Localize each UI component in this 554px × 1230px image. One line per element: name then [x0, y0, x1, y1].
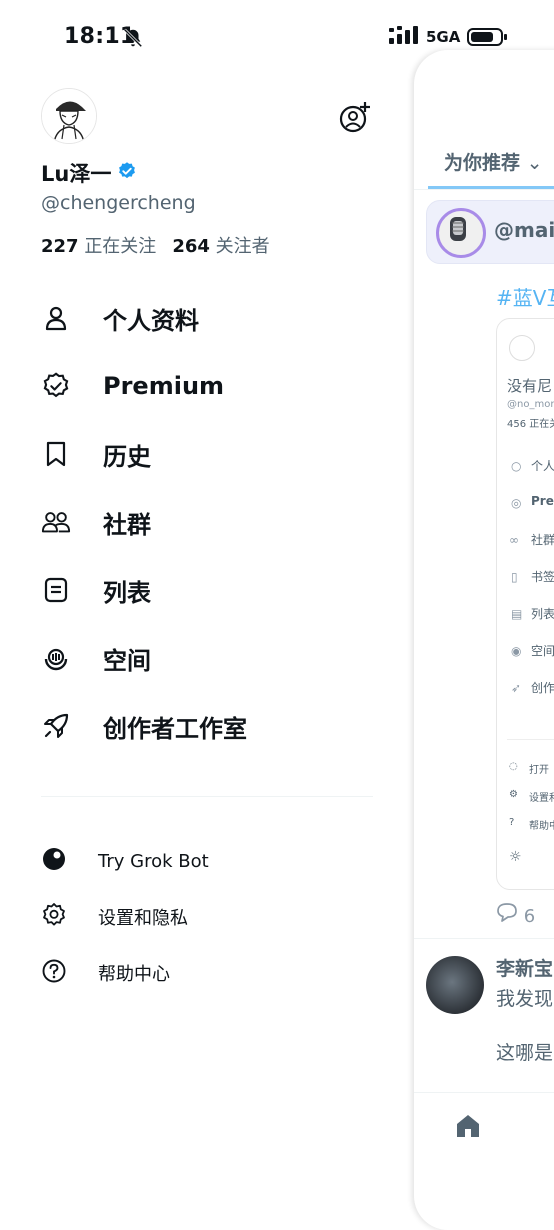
mini-gear-icon: ⚙	[509, 789, 518, 800]
profile-name: Lu泽一	[41, 162, 112, 186]
rocket-icon	[41, 711, 71, 741]
reply-count-value: 6	[523, 906, 536, 927]
mini-person-icon: ○	[511, 459, 522, 473]
list-icon	[41, 575, 71, 605]
menu-label: 社群	[103, 510, 151, 539]
post-text: 这哪是	[496, 1042, 554, 1064]
menu-label: 空间	[103, 646, 151, 675]
card-menu-item: 列表	[531, 607, 554, 621]
battery-icon	[467, 27, 509, 51]
add-account-icon[interactable]	[338, 100, 372, 138]
people-icon	[41, 507, 71, 537]
mini-sun-icon: ☼	[509, 849, 522, 865]
menu-item-premium[interactable]: Premium	[41, 364, 224, 408]
card-menu-item: 个人	[531, 459, 554, 473]
mini-spaces-icon: ◉	[511, 644, 522, 658]
bookmark-icon	[41, 439, 71, 469]
card-footer-item: 设置和	[529, 793, 554, 804]
card-footer-item: 帮助中	[529, 821, 554, 832]
card-stats: 456 正在关	[507, 419, 554, 430]
verified-badge-icon	[117, 161, 137, 185]
menu-item-history[interactable]: 历史	[41, 432, 151, 476]
bottom-tabbar-border	[414, 1092, 554, 1093]
followers-label: 关注者	[215, 236, 270, 257]
follow-stats: 227 正在关注 264 关注者	[41, 232, 270, 258]
embedded-screenshot-card[interactable]: 没有尼 @no_more 456 正在关 个人 Pre 社群 书签 列表 空间 …	[496, 318, 554, 890]
card-menu-item: Pre	[531, 494, 554, 508]
menu-item-grok[interactable]: Try Grok Bot	[41, 844, 209, 878]
space-host-avatar	[436, 208, 486, 258]
spaces-icon	[41, 643, 71, 673]
post-text: 我发现	[496, 988, 554, 1010]
chevron-down-icon: ⌄	[526, 152, 543, 174]
menu-label: 历史	[103, 442, 151, 471]
avatar	[509, 335, 535, 361]
gear-icon	[41, 902, 67, 932]
menu-item-spaces[interactable]: 空间	[41, 636, 151, 680]
menu-label: Try Grok Bot	[98, 850, 209, 872]
mini-help-icon: ?	[509, 817, 515, 828]
profile-handle: @chengercheng	[41, 192, 196, 214]
space-host-name: @maic	[494, 218, 554, 242]
following-label: 正在关注	[84, 236, 157, 257]
reply-icon	[496, 903, 524, 927]
card-handle: @no_more	[507, 399, 554, 410]
mini-rocket-icon: ➶	[511, 681, 522, 695]
menu-label: 帮助中心	[98, 964, 170, 985]
menu-label: Premium	[103, 372, 225, 400]
mini-verified-icon: ◎	[511, 496, 522, 510]
post-author-avatar[interactable]	[426, 956, 484, 1014]
followers-link[interactable]: 264 关注者	[172, 236, 269, 257]
verified-outline-icon	[41, 371, 71, 401]
menu-label: 列表	[103, 578, 151, 607]
bell-muted-icon	[122, 27, 144, 53]
network-label: 5GA	[426, 28, 461, 46]
signal-icon	[389, 26, 421, 50]
reply-count[interactable]: 6	[496, 902, 535, 927]
card-menu-item: 社群	[531, 533, 554, 547]
menu-item-profile[interactable]: 个人资料	[41, 296, 199, 340]
card-menu-item: 书签	[531, 570, 554, 584]
timeline-peek[interactable]: 为你推荐 ⌄ @maic #蓝V互 没有尼 @no_more 456 正在关 个…	[414, 50, 554, 1230]
mini-people-icon: ∞	[509, 533, 519, 547]
card-menu-item: 空间	[531, 644, 554, 658]
tab-border	[414, 189, 554, 190]
mini-grok-icon: ◌	[509, 761, 518, 772]
tab-label: 为你推荐	[444, 152, 521, 174]
menu-label: 创作者工作室	[103, 714, 247, 743]
avatar[interactable]	[41, 88, 97, 144]
hashtag-link[interactable]: #蓝V互	[496, 282, 554, 311]
post-author-name[interactable]: 李新宝	[496, 954, 553, 981]
menu-item-lists[interactable]: 列表	[41, 568, 151, 612]
menu-item-creator-studio[interactable]: 创作者工作室	[41, 704, 247, 748]
help-icon	[41, 958, 67, 988]
mini-bookmark-icon: ▯	[511, 570, 518, 584]
menu-label: 个人资料	[103, 306, 199, 335]
profile-name-row[interactable]: Lu泽一	[41, 158, 137, 188]
tab-for-you[interactable]: 为你推荐 ⌄	[444, 148, 543, 175]
menu-item-settings[interactable]: 设置和隐私	[41, 900, 188, 934]
card-name: 没有尼	[507, 377, 553, 395]
followers-count: 264	[172, 236, 210, 257]
menu-label: 设置和隐私	[98, 908, 188, 929]
menu-item-communities[interactable]: 社群	[41, 500, 151, 544]
person-icon	[41, 303, 71, 333]
home-icon[interactable]	[454, 1112, 482, 1144]
menu-item-help[interactable]: 帮助中心	[41, 956, 170, 990]
following-link[interactable]: 227 正在关注	[41, 236, 156, 257]
card-footer-item: 打开	[529, 765, 549, 776]
mini-list-icon: ▤	[511, 607, 523, 621]
card-menu-item: 创作	[531, 681, 554, 695]
grok-icon	[41, 846, 67, 876]
card-divider	[507, 739, 554, 740]
post-separator	[414, 938, 554, 939]
following-count: 227	[41, 236, 79, 257]
side-drawer: Lu泽一 @chengercheng 227 正在关注 264 关注者 个人资料 …	[0, 70, 414, 1200]
menu-divider	[41, 796, 373, 797]
